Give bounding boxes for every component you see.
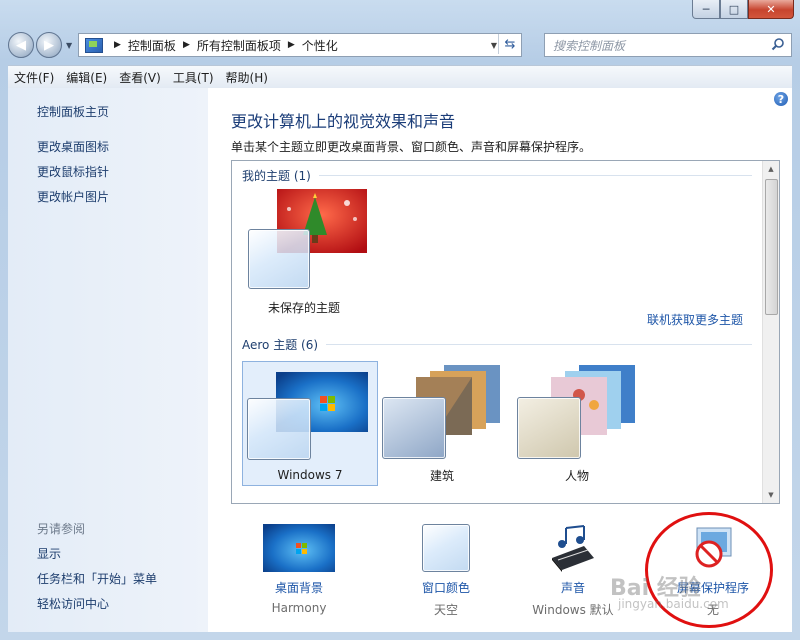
scroll-up-button[interactable]: ▲ [763, 161, 779, 177]
recent-pages-dropdown[interactable]: ▼ [66, 41, 72, 50]
sidebar: 控制面板主页 更改桌面图标 更改鼠标指针 更改帐户图片 另请参阅 显示 任务栏和… [8, 88, 208, 632]
forward-button[interactable]: ▶ [36, 32, 62, 58]
window-frame: ─ □ ✕ ◀ ▶ ▼ ▶ 控制面板 ▶ 所有控制面板项 ▶ 个性化 ▼ ⇆ 搜… [0, 0, 800, 640]
theme-label: 建筑 [429, 469, 454, 483]
sidebar-link-control-panel-home[interactable]: 控制面板主页 [37, 103, 109, 120]
group-header-my-themes[interactable]: 我的主题 (1) [242, 167, 752, 184]
back-arrow-icon: ◀ [16, 37, 26, 53]
page-description: 单击某个主题立即更改桌面背景、窗口颜色、声音和屏幕保护程序。 [231, 140, 592, 154]
theme-label: 人物 [564, 469, 589, 483]
sidebar-link-ease-of-access[interactable]: 轻松访问中心 [37, 595, 109, 612]
theme-item-architecture[interactable]: 建筑 [382, 361, 502, 484]
glass-color-swatch [248, 229, 310, 289]
theme-label: Windows 7 [277, 468, 343, 482]
navigation-bar: ◀ ▶ ▼ ▶ 控制面板 ▶ 所有控制面板项 ▶ 个性化 ▼ ⇆ 搜索控制面板 [8, 30, 792, 60]
minimize-button[interactable]: ─ [692, 0, 720, 19]
see-also-title: 另请参阅 [37, 522, 86, 536]
menu-view[interactable]: 查看(V) [113, 69, 167, 86]
breadcrumb-personalization[interactable]: 个性化 [302, 37, 338, 54]
address-dropdown-arrow[interactable]: ▼ [491, 41, 497, 50]
breadcrumb-separator[interactable]: ▶ [183, 40, 190, 50]
sidebar-link-account-picture[interactable]: 更改帐户图片 [37, 188, 109, 205]
sidebar-link-desktop-icons[interactable]: 更改桌面图标 [37, 138, 109, 155]
desktop-background-thumbnail [263, 524, 335, 572]
group-header-aero-themes[interactable]: Aero 主题 (6) [242, 336, 752, 353]
tile-value: 天空 [433, 603, 458, 617]
tile-title[interactable]: 桌面背景 [244, 579, 354, 596]
glass-color-swatch [382, 397, 446, 459]
scroll-thumb[interactable] [765, 179, 778, 315]
help-icon[interactable]: ? [774, 92, 788, 106]
tile-value: Harmony [271, 601, 327, 615]
refresh-icon: ⇆ [504, 36, 516, 52]
sidebar-link-display[interactable]: 显示 [37, 545, 61, 562]
tile-value: Windows 默认 [532, 603, 614, 617]
search-box[interactable]: 搜索控制面板 [544, 33, 792, 57]
desktop-background-tile[interactable]: 桌面背景 Harmony [244, 522, 354, 622]
breadcrumb-separator[interactable]: ▶ [114, 40, 121, 50]
close-button[interactable]: ✕ [748, 0, 794, 19]
music-notes-icon [552, 525, 594, 572]
back-button[interactable]: ◀ [8, 32, 34, 58]
menu-bar: 文件(F) 编辑(E) 查看(V) 工具(T) 帮助(H) [8, 65, 792, 89]
theme-item-characters[interactable]: 人物 [517, 361, 637, 484]
sidebar-link-taskbar[interactable]: 任务栏和「开始」菜单 [37, 570, 157, 587]
menu-tools[interactable]: 工具(T) [167, 69, 220, 86]
menu-help[interactable]: 帮助(H) [220, 69, 274, 86]
control-panel-icon [85, 37, 103, 53]
maximize-button[interactable]: □ [720, 0, 748, 19]
theme-item-unsaved[interactable]: 未保存的主题 [244, 189, 367, 315]
forward-arrow-icon: ▶ [44, 37, 54, 53]
window-color-tile[interactable]: 窗口颜色 天空 [391, 522, 501, 622]
page-title: 更改计算机上的视觉效果和声音 [231, 112, 456, 131]
menu-file[interactable]: 文件(F) [8, 69, 60, 86]
tile-title[interactable]: 窗口颜色 [391, 579, 501, 596]
breadcrumb-all-items[interactable]: 所有控制面板项 [197, 37, 281, 54]
glass-color-swatch [247, 398, 311, 460]
refresh-button[interactable]: ⇆ [498, 34, 521, 54]
breadcrumb: ▶ 控制面板 ▶ 所有控制面板项 ▶ 个性化 [107, 37, 338, 54]
group-divider [318, 175, 752, 176]
theme-item-windows7[interactable]: Windows 7 [242, 361, 378, 486]
breadcrumb-separator[interactable]: ▶ [288, 40, 295, 50]
themes-scrollbar[interactable]: ▲ ▼ [762, 161, 779, 503]
glass-color-swatch [517, 397, 581, 459]
search-icon[interactable] [771, 37, 785, 51]
breadcrumb-control-panel[interactable]: 控制面板 [128, 37, 176, 54]
search-input[interactable]: 搜索控制面板 [553, 37, 625, 54]
address-bar[interactable]: ▶ 控制面板 ▶ 所有控制面板项 ▶ 个性化 ▼ ⇆ [78, 33, 522, 57]
window-color-swatch [422, 524, 470, 572]
group-header-label: Aero 主题 (6) [242, 338, 319, 352]
get-more-themes-link[interactable]: 联机获取更多主题 [647, 311, 743, 328]
caption-buttons: ─ □ ✕ [692, 0, 794, 19]
menu-edit[interactable]: 编辑(E) [60, 69, 113, 86]
sidebar-link-mouse-pointers[interactable]: 更改鼠标指针 [37, 163, 109, 180]
scroll-down-button[interactable]: ▼ [763, 487, 779, 503]
theme-label: 未保存的主题 [267, 301, 340, 315]
themes-list[interactable]: 我的主题 (1) 未保存的主题 联机获取更多主题 Aero 主题 (6) Win… [231, 160, 780, 504]
group-divider [326, 344, 752, 345]
group-header-label: 我的主题 (1) [242, 169, 311, 183]
watermark-url: jingyan.baidu.com [618, 597, 729, 611]
